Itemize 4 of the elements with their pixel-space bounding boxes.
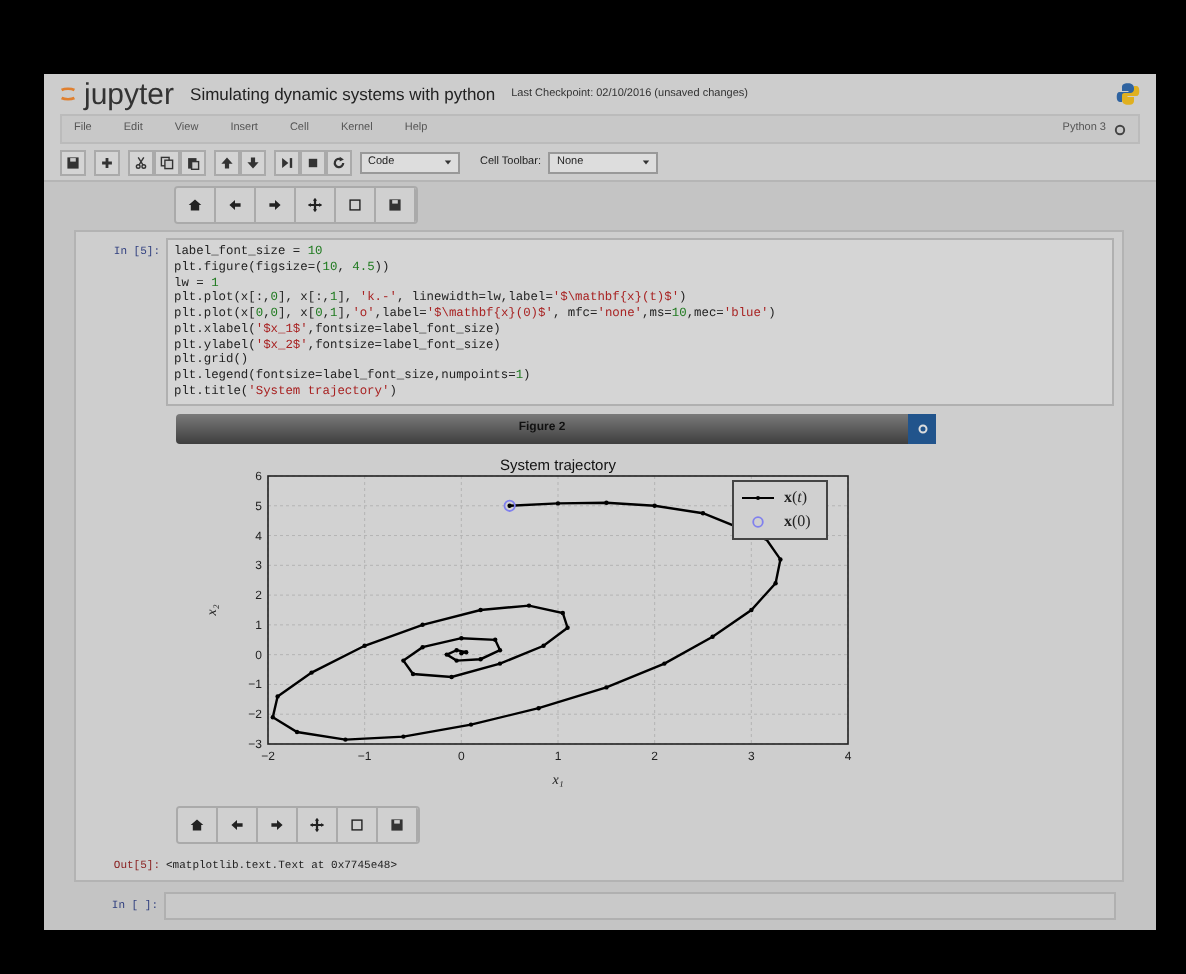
notebook-title[interactable]: Simulating dynamic systems with python <box>190 81 496 107</box>
legend-label: x(t) <box>784 485 808 509</box>
legend-label: x(0) <box>784 509 811 533</box>
logo-text: jupyter <box>84 79 175 109</box>
